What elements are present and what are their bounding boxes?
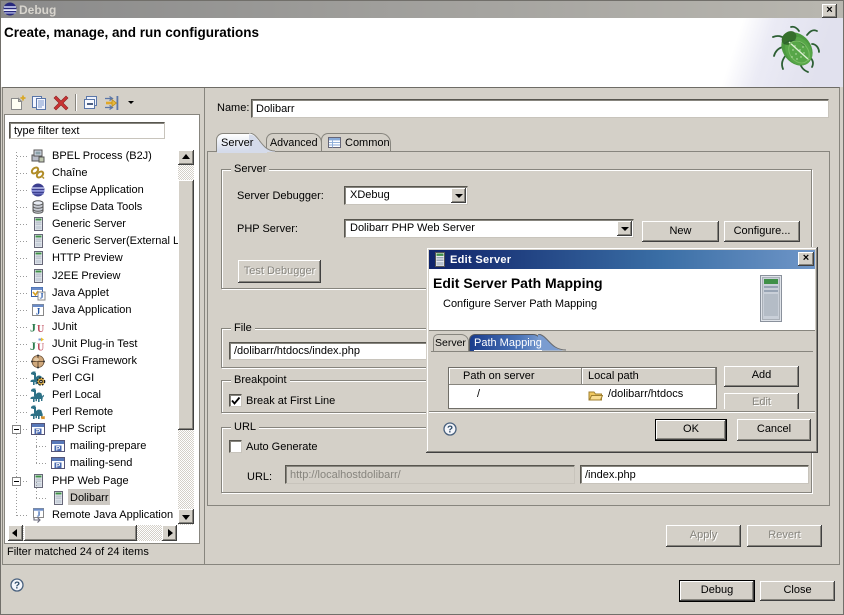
svg-text:U: U: [37, 324, 44, 335]
svg-text:J: J: [36, 307, 41, 317]
svg-text:U: U: [37, 343, 44, 353]
svg-text:J: J: [30, 339, 36, 352]
svg-text:J: J: [30, 321, 36, 335]
svg-text:J: J: [40, 292, 44, 301]
svg-text:P: P: [56, 446, 61, 453]
svg-text:P: P: [56, 463, 61, 470]
svg-text:J: J: [37, 510, 41, 519]
svg-text:?: ?: [14, 581, 20, 592]
svg-text:?: ?: [447, 425, 453, 436]
